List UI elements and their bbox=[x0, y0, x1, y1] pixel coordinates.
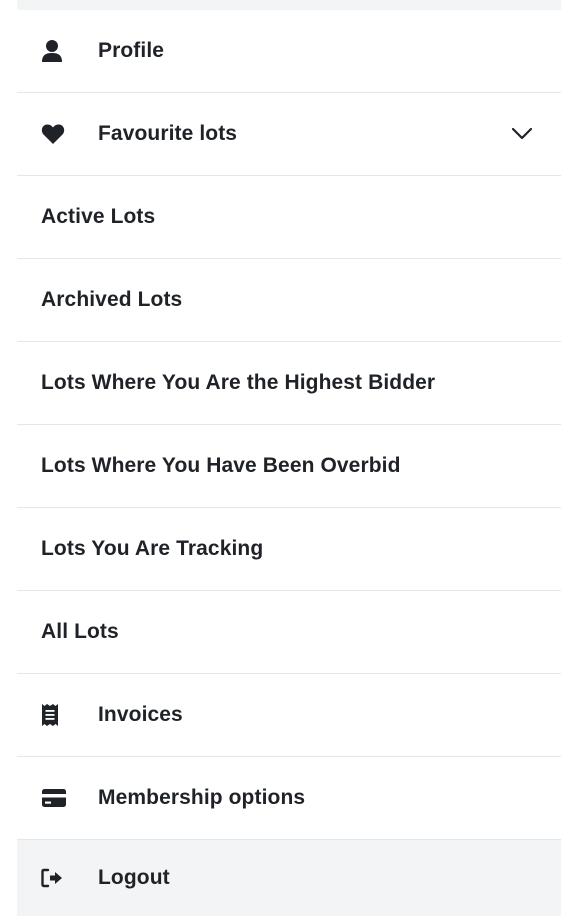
logout-icon bbox=[41, 868, 75, 888]
menu-item-overbid[interactable]: Lots Where You Have Been Overbid bbox=[17, 425, 561, 508]
menu-item-membership-options[interactable]: Membership options bbox=[17, 757, 561, 840]
chevron-down-icon[interactable] bbox=[510, 122, 534, 146]
menu-item-label: Membership options bbox=[98, 786, 306, 809]
menu-item-archived-lots[interactable]: Archived Lots bbox=[17, 259, 561, 342]
top-divider-strip bbox=[17, 0, 561, 10]
menu-item-label: Favourite lots bbox=[98, 122, 238, 145]
menu-item-favourite-lots[interactable]: Favourite lots bbox=[17, 93, 561, 176]
menu-item-label: Archived Lots bbox=[41, 288, 183, 311]
menu-item-label: Lots Where You Have Been Overbid bbox=[41, 454, 401, 477]
menu-item-label: Active Lots bbox=[41, 205, 156, 228]
menu-item-all-lots[interactable]: All Lots bbox=[17, 591, 561, 674]
receipt-icon bbox=[41, 703, 75, 727]
menu-item-highest-bidder[interactable]: Lots Where You Are the Highest Bidder bbox=[17, 342, 561, 425]
menu-item-label: Profile bbox=[98, 39, 165, 62]
menu-item-label: Lots You Are Tracking bbox=[41, 537, 264, 560]
menu-item-logout[interactable]: Logout bbox=[17, 840, 561, 916]
menu-item-label: Lots Where You Are the Highest Bidder bbox=[41, 371, 436, 394]
user-icon bbox=[41, 39, 75, 63]
menu-item-label: Invoices bbox=[98, 703, 183, 726]
menu-item-label: Logout bbox=[98, 866, 170, 889]
menu-item-invoices[interactable]: Invoices bbox=[17, 674, 561, 757]
menu-item-profile[interactable]: Profile bbox=[17, 10, 561, 93]
menu-item-tracking[interactable]: Lots You Are Tracking bbox=[17, 508, 561, 591]
account-menu: Profile Favourite lots Active Lots Archi… bbox=[17, 10, 561, 916]
menu-item-label: All Lots bbox=[41, 620, 119, 643]
credit-card-icon bbox=[41, 788, 75, 808]
menu-item-active-lots[interactable]: Active Lots bbox=[17, 176, 561, 259]
heart-icon bbox=[41, 123, 75, 145]
